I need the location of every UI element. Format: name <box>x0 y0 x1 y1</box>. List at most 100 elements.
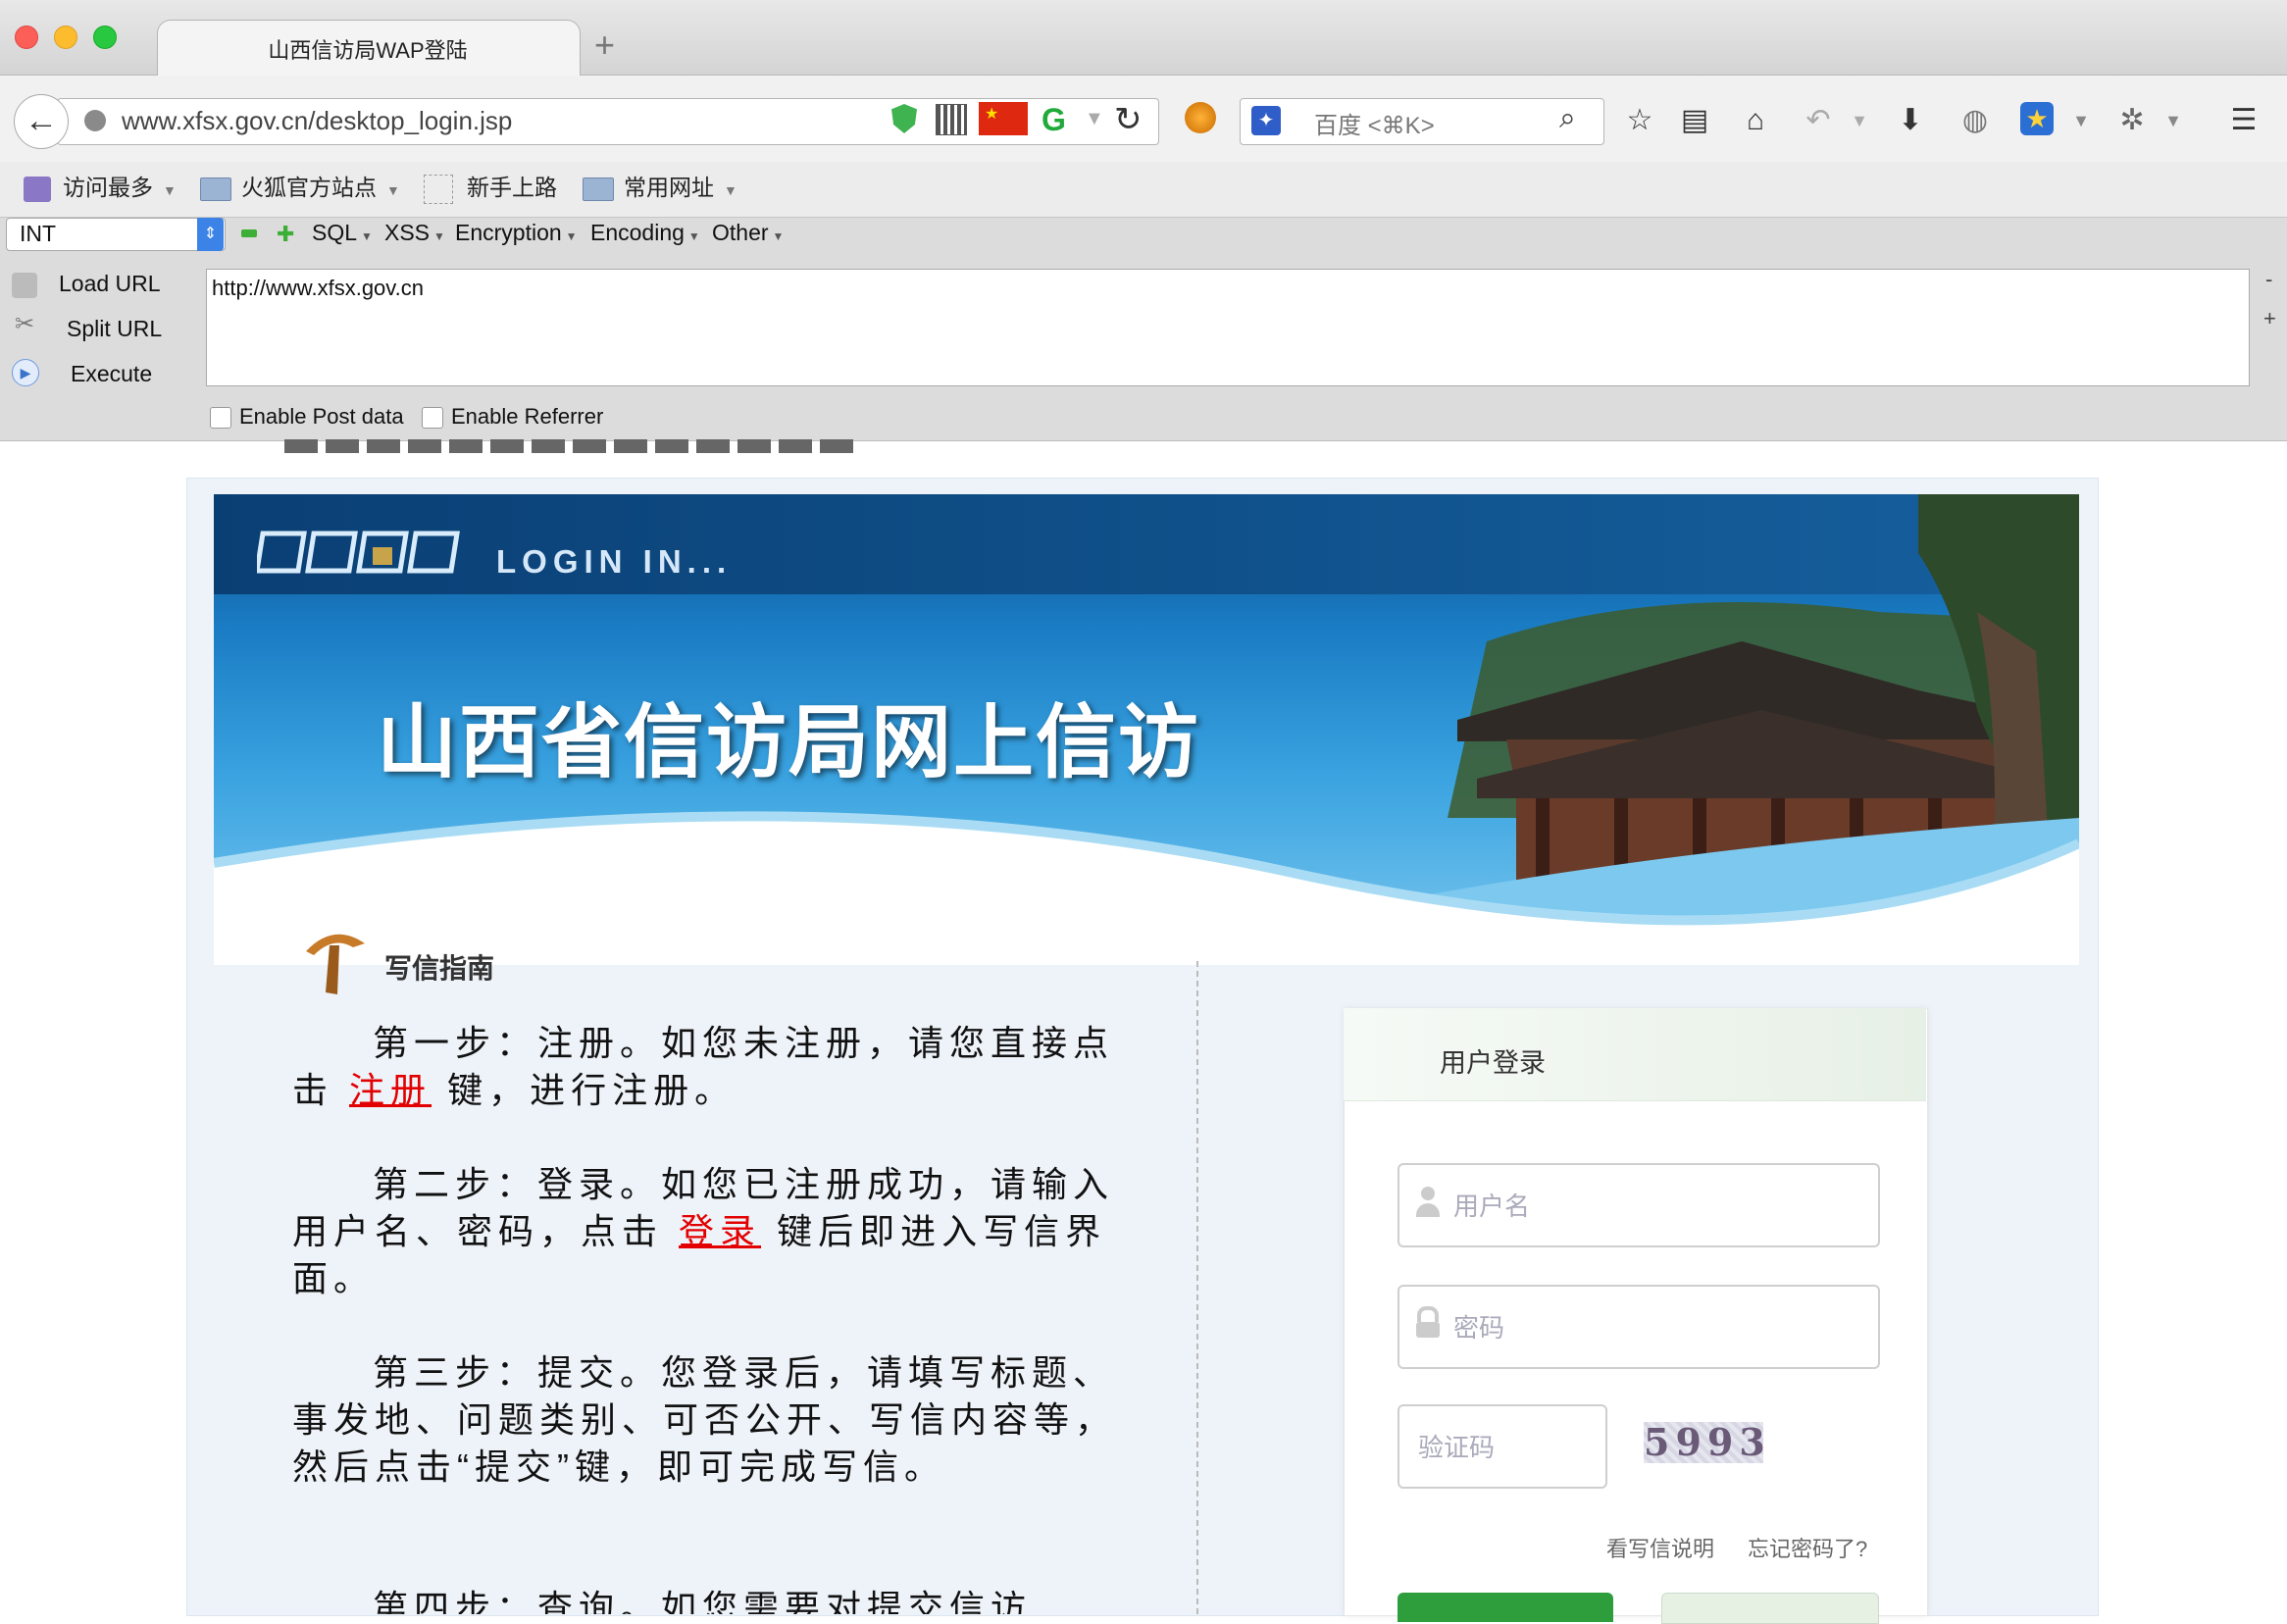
step-2: 第二步：登录。如您已注册成功，请输入用户名、密码，点击 登录 键后即进入写信界面… <box>292 1161 1116 1302</box>
login-panel-title: 用户登录 <box>1440 1048 1546 1078</box>
undo-icon[interactable]: ↶ <box>1799 98 1838 143</box>
type-select-value[interactable]: INT <box>20 221 56 247</box>
chevron-down-icon: ▼ <box>163 182 177 198</box>
increase-icon[interactable]: ✚ <box>277 222 294 247</box>
menu-label: Other <box>712 220 769 245</box>
minimize-window-button[interactable] <box>54 25 77 49</box>
site-logo <box>257 531 460 574</box>
lock-icon <box>1416 1306 1440 1338</box>
captcha-image[interactable]: 5993 <box>1644 1422 1765 1463</box>
site-identity-icon[interactable] <box>84 110 106 131</box>
bookmark-star-icon[interactable]: ☆ <box>1620 98 1659 143</box>
menu-icon[interactable]: ☰ <box>2224 98 2263 143</box>
favorites-icon[interactable]: ★ <box>2020 102 2054 135</box>
menu-xss[interactable]: XSS ▼ <box>384 220 445 246</box>
site-title: 山西省信访局网上信访 <box>377 695 1201 789</box>
step-3: 第三步：提交。您登录后，请填写标题、事发地、问题类别、可否公开、写信内容等，然后… <box>292 1352 1117 1487</box>
bookmark-label: 新手上路 <box>467 175 557 200</box>
chevron-down-icon: ▼ <box>565 229 578 243</box>
menu-label: XSS <box>384 220 431 245</box>
enable-referrer-checkbox[interactable] <box>422 407 443 429</box>
guide-title: 写信指南 <box>384 953 495 984</box>
column-divider <box>1196 961 1198 1614</box>
chevron-down-icon: ▼ <box>687 229 700 243</box>
bug-dropdown-icon[interactable]: ▼ <box>2154 98 2193 143</box>
enable-post-checkbox[interactable] <box>210 407 231 429</box>
chevron-down-icon: ▼ <box>386 182 400 198</box>
login-link[interactable]: 登录 <box>679 1211 761 1251</box>
enable-referrer-label[interactable]: Enable Referrer <box>451 404 603 430</box>
home-icon[interactable]: ⌂ <box>1736 98 1775 143</box>
step-1-text-end: 键，进行注册。 <box>447 1070 737 1110</box>
clipped-header-text <box>284 439 853 453</box>
page-icon <box>424 174 453 204</box>
menu-label: Encoding <box>590 220 685 245</box>
extension-bug-icon[interactable]: ✲ <box>2112 98 2152 143</box>
menu-other[interactable]: Other ▼ <box>712 220 784 246</box>
login-button[interactable] <box>1398 1593 1613 1622</box>
menu-sql[interactable]: SQL ▼ <box>312 220 373 246</box>
menu-encryption[interactable]: Encryption ▼ <box>455 220 578 246</box>
undo-dropdown-icon[interactable]: ▼ <box>1840 98 1879 143</box>
url-textarea[interactable] <box>206 269 2250 386</box>
scissors-icon: ✂ <box>14 311 35 337</box>
bookmark-most-visited[interactable]: 访问最多 ▼ <box>24 167 177 211</box>
search-icon[interactable]: ⌕ <box>1559 102 1576 135</box>
step-4: 第四步：查询。如您需要对提交信访 <box>373 1588 1033 1614</box>
baidu-icon[interactable]: ✦ <box>1251 106 1281 135</box>
select-arrows-icon[interactable]: ⇕ <box>197 218 224 251</box>
step-4-clip: 第四步：查询。如您需要对提交信访 <box>292 1585 1116 1614</box>
decrease-icon[interactable] <box>241 229 257 237</box>
chevron-down-icon: ▼ <box>772 229 785 243</box>
download-icon[interactable]: ⬇ <box>1891 98 1930 143</box>
expand-button[interactable]: + <box>2263 306 2276 331</box>
close-window-button[interactable] <box>15 25 38 49</box>
bookmark-label: 火狐官方站点 <box>241 175 377 200</box>
reload-icon[interactable]: ↻ <box>1114 100 1143 139</box>
writing-help-link[interactable]: 看写信说明 <box>1606 1532 1714 1563</box>
username-placeholder[interactable]: 用户名 <box>1453 1187 1530 1223</box>
load-url-button[interactable]: Load URL <box>59 271 161 297</box>
forgot-password-link[interactable]: 忘记密码了? <box>1748 1532 1867 1563</box>
bookmark-firefox-sites[interactable]: 火狐官方站点 ▼ <box>200 167 400 211</box>
register-button[interactable] <box>1661 1593 1879 1624</box>
extension-globe-icon[interactable]: ◍ <box>1956 98 1995 143</box>
extension-orange-icon[interactable] <box>1185 102 1216 133</box>
split-url-button[interactable]: Split URL <box>67 316 162 342</box>
guide-arrow-icon <box>306 934 365 994</box>
load-url-icon <box>12 273 37 298</box>
password-placeholder[interactable]: 密码 <box>1453 1308 1504 1345</box>
execute-button[interactable]: Execute <box>71 361 152 387</box>
folder-icon <box>200 177 231 201</box>
bookmark-common-sites[interactable]: 常用网址 ▼ <box>583 167 737 211</box>
back-button[interactable]: ← <box>14 94 69 149</box>
step-1: 第一步：注册。如您未注册，请您直接点击 注册 键，进行注册。 <box>292 1020 1116 1114</box>
bookmark-getting-started[interactable]: 新手上路 <box>424 167 557 208</box>
shrink-button[interactable]: - <box>2265 267 2272 292</box>
tab-title: 山西信访局WAP登陆 <box>268 38 468 63</box>
bookmark-label: 访问最多 <box>63 175 153 200</box>
url-text[interactable]: www.xfsx.gov.cn/desktop_login.jsp <box>122 106 512 136</box>
captcha-placeholder[interactable]: 验证码 <box>1418 1428 1495 1464</box>
user-icon <box>1416 1187 1440 1218</box>
dropdown-arrow-icon[interactable]: ▼ <box>1085 108 1104 130</box>
login-in-text: LOGIN IN... <box>496 543 733 580</box>
folder-icon <box>583 177 614 201</box>
execute-icon: ▶ <box>12 359 39 386</box>
favorites-dropdown-icon[interactable]: ▼ <box>2061 98 2101 143</box>
enable-post-label[interactable]: Enable Post data <box>239 404 404 430</box>
url-textarea-value[interactable]: http://www.xfsx.gov.cn <box>212 276 424 301</box>
chevron-down-icon: ▼ <box>433 229 445 243</box>
g-extension-icon[interactable]: G <box>1042 102 1066 138</box>
login-panel-header <box>1344 1008 1926 1101</box>
register-link[interactable]: 注册 <box>349 1070 432 1110</box>
new-tab-button[interactable]: + <box>594 27 615 63</box>
menu-encoding[interactable]: Encoding ▼ <box>590 220 700 246</box>
reading-list-icon[interactable]: ▤ <box>1675 98 1714 143</box>
search-placeholder[interactable]: 百度 <⌘K> <box>1314 106 1435 140</box>
zoom-window-button[interactable] <box>93 25 117 49</box>
menu-label: SQL <box>312 220 358 245</box>
chevron-down-icon: ▼ <box>724 182 737 198</box>
menu-label: Encryption <box>455 220 562 245</box>
qr-code-icon[interactable] <box>936 104 967 135</box>
